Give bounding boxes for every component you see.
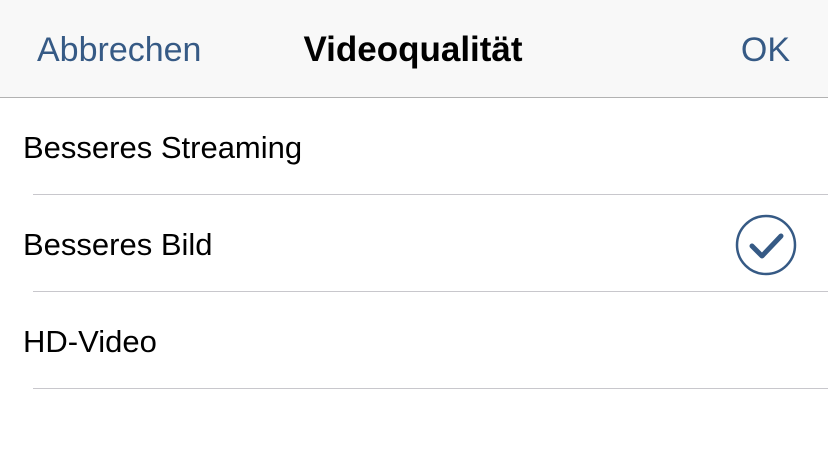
option-hd-video[interactable]: HD-Video (0, 292, 828, 389)
page-title-text: Videoqualität (303, 30, 523, 69)
video-quality-screen: Abbrechen Videoqualität OK Besseres Stre… (0, 0, 828, 455)
ok-button[interactable]: OK (741, 28, 790, 72)
option-label: Besseres Streaming (23, 130, 303, 165)
row-separator (33, 388, 828, 389)
cancel-button[interactable]: Abbrechen (37, 28, 201, 72)
checkmark-circle-icon (735, 214, 797, 276)
option-better-streaming[interactable]: Besseres Streaming (0, 98, 828, 195)
option-label: Besseres Bild (23, 227, 213, 262)
video-quality-options: Besseres Streaming Besseres Bild HD-Vide… (0, 98, 828, 389)
option-better-picture[interactable]: Besseres Bild (0, 195, 828, 292)
navigation-bar: Abbrechen Videoqualität OK (0, 0, 828, 98)
option-label: HD-Video (23, 324, 157, 359)
